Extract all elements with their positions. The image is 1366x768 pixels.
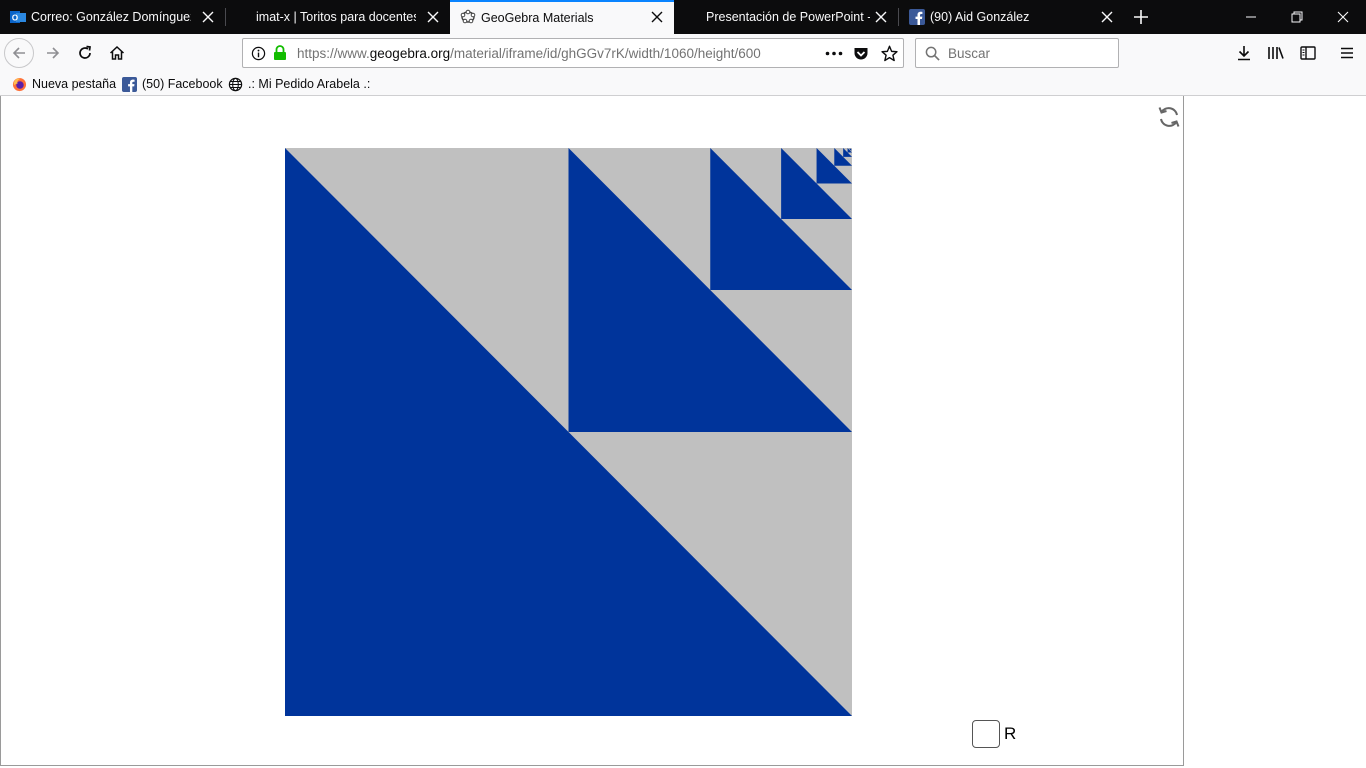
tab-facebook[interactable]: (90) Aid González	[899, 0, 1124, 34]
more-actions-icon[interactable]	[825, 51, 843, 56]
close-icon[interactable]	[650, 10, 664, 24]
tab-title: (90) Aid González	[930, 10, 1030, 24]
bookmark-label: .: Mi Pedido Arabela .:	[248, 77, 371, 91]
bookmark-mi-pedido-arabela[interactable]: .: Mi Pedido Arabela .:	[228, 75, 370, 93]
facebook-icon	[122, 76, 137, 92]
restore-button[interactable]	[1274, 0, 1320, 34]
new-tab-button[interactable]	[1124, 0, 1158, 34]
facebook-icon	[909, 9, 925, 25]
checkbox-box[interactable]	[972, 720, 1000, 748]
sidebar-button[interactable]	[1293, 38, 1323, 68]
search-placeholder: Buscar	[948, 46, 991, 61]
sidebar-icon	[1300, 46, 1316, 60]
menu-button[interactable]	[1332, 38, 1362, 68]
close-icon[interactable]	[874, 10, 888, 24]
minimize-button[interactable]	[1228, 0, 1274, 34]
close-window-button[interactable]	[1320, 0, 1366, 34]
url-domain: geogebra.org	[369, 46, 451, 61]
geogebra-icon	[460, 9, 476, 24]
tab-geogebra[interactable]: GeoGebra Materials	[450, 0, 674, 34]
bookmark-nueva-pestana[interactable]: Nueva pestaña	[12, 75, 116, 93]
navigation-toolbar: https://www.geogebra.org/material/iframe…	[0, 34, 1366, 72]
home-button[interactable]	[102, 38, 132, 68]
forward-button[interactable]	[38, 38, 68, 68]
download-icon	[1238, 46, 1250, 61]
reload-button[interactable]	[70, 38, 100, 68]
reload-icon	[79, 45, 91, 59]
star-icon[interactable]	[881, 45, 898, 62]
pocket-icon[interactable]	[853, 46, 869, 62]
outlook-icon: O	[10, 11, 26, 23]
bookmarks-toolbar: Nueva pestaña (50) Facebook .: Mi Pedido…	[0, 72, 1366, 96]
close-icon[interactable]	[201, 10, 215, 24]
arrow-left-icon	[12, 47, 25, 59]
close-icon[interactable]	[1100, 10, 1114, 24]
firefox-icon	[12, 77, 27, 91]
svg-text:O: O	[12, 14, 18, 23]
tab-title: Correo: González Domínguez -	[31, 10, 191, 24]
bookmark-label: Nueva pestaña	[32, 77, 117, 91]
page-content: R	[0, 96, 1366, 768]
geometric-figure	[285, 148, 852, 716]
tab-strip: O Correo: González Domínguez - imat-x | …	[0, 0, 1366, 34]
bookmark-facebook[interactable]: (50) Facebook	[122, 75, 223, 93]
lock-icon[interactable]	[273, 45, 287, 61]
tab-imat[interactable]: imat-x | Toritos para docentes	[226, 0, 450, 34]
tab-correo[interactable]: O Correo: González Domínguez -	[0, 0, 225, 34]
url-path: /material/iframe/id/ghGGv7rK/width/1060/…	[450, 46, 761, 61]
checkbox-label: R	[1004, 724, 1017, 743]
search-input[interactable]: Buscar	[915, 38, 1119, 68]
tab-title: Presentación de PowerPoint - c	[706, 10, 870, 24]
url-text[interactable]: https://www.geogebra.org/material/iframe…	[297, 46, 789, 61]
bookmark-label: (50) Facebook	[142, 77, 223, 91]
back-button[interactable]	[4, 38, 34, 68]
tab-title: imat-x | Toritos para docentes	[256, 10, 416, 24]
reset-icon[interactable]	[1156, 104, 1182, 130]
hamburger-menu-icon	[1341, 47, 1353, 59]
close-icon[interactable]	[426, 10, 440, 24]
tab-powerpoint[interactable]: Presentación de PowerPoint - c	[674, 0, 898, 34]
search-icon	[925, 46, 940, 61]
globe-icon	[228, 77, 243, 91]
close-icon	[1337, 11, 1349, 23]
tab-title: GeoGebra Materials	[481, 11, 594, 25]
minimize-icon	[1246, 16, 1256, 18]
home-icon	[109, 45, 125, 60]
checkbox-r[interactable]: R	[972, 720, 1016, 748]
downloads-button[interactable]	[1229, 38, 1259, 68]
plus-icon	[1134, 10, 1148, 24]
arrow-right-icon	[47, 47, 60, 59]
address-bar[interactable]: https://www.geogebra.org/material/iframe…	[242, 38, 904, 68]
restore-icon	[1291, 11, 1303, 23]
info-icon[interactable]	[251, 46, 266, 61]
geogebra-applet[interactable]: R	[0, 96, 1184, 766]
url-prefix: https://www.	[297, 46, 370, 61]
library-icon	[1268, 47, 1284, 59]
library-button[interactable]	[1261, 38, 1291, 68]
